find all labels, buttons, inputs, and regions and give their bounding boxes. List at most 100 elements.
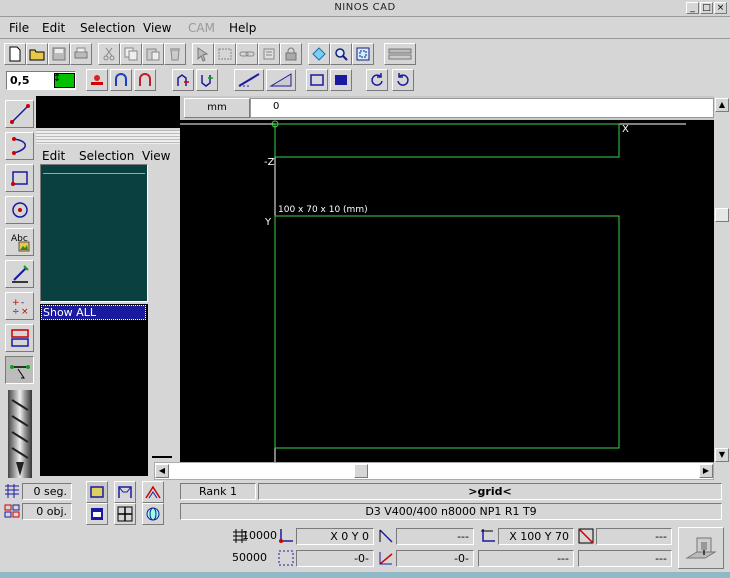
- rotate-cw-icon[interactable]: [392, 69, 414, 91]
- grid-status: >grid<: [258, 483, 722, 500]
- rect-filled-icon[interactable]: [330, 69, 352, 91]
- view-window-icon[interactable]: [86, 503, 108, 525]
- stepper-arrows-icon[interactable]: ↕: [53, 73, 61, 84]
- delete-icon[interactable]: [164, 43, 186, 65]
- lock-icon[interactable]: [280, 43, 302, 65]
- scroll-down-icon[interactable]: ▼: [715, 448, 729, 462]
- row2-field-4[interactable]: ---: [578, 550, 672, 567]
- minimize-button[interactable]: _: [686, 2, 699, 14]
- units-tab[interactable]: mm mm/min: [184, 98, 250, 131]
- drawing-canvas[interactable]: X -Z Y 100 x 70 x 10 (mm): [180, 120, 714, 462]
- scroll-thumb[interactable]: [715, 208, 729, 222]
- diagonal-field[interactable]: ---: [596, 528, 672, 545]
- rect-outline-icon[interactable]: [306, 69, 328, 91]
- row2-field-1[interactable]: -0-: [296, 550, 374, 567]
- menu-selection[interactable]: Selection: [80, 21, 135, 35]
- path-tool-icon[interactable]: [5, 356, 34, 384]
- layer-list[interactable]: Show ALL: [40, 304, 148, 476]
- measure-icon[interactable]: [5, 260, 34, 288]
- scroll-left-icon[interactable]: ◀: [155, 464, 169, 478]
- vertical-scrollbar[interactable]: ▲ ▼: [714, 96, 730, 464]
- row2-field-2[interactable]: -0-: [396, 550, 474, 567]
- select-arrow-icon[interactable]: [192, 43, 214, 65]
- link-icon[interactable]: [236, 43, 258, 65]
- draw-arc-icon[interactable]: [5, 132, 34, 160]
- rotate-ccw-icon[interactable]: [366, 69, 388, 91]
- extents-icon: [480, 528, 496, 544]
- line-width-stepper[interactable]: 0,5 ↕: [6, 71, 76, 90]
- menu-view[interactable]: View: [143, 21, 171, 35]
- horizontal-ruler: 0: [250, 98, 714, 118]
- horizontal-scrollbar[interactable]: ◀ ▶: [154, 462, 714, 480]
- shapes-icon[interactable]: [5, 324, 34, 352]
- neg-z-label: -Z: [264, 157, 275, 168]
- view-front-icon[interactable]: [114, 481, 136, 503]
- arc-red-icon[interactable]: [134, 69, 156, 91]
- cnc-machine-icon: [685, 537, 717, 559]
- h-scroll-thumb[interactable]: [354, 464, 368, 478]
- grid-y-field[interactable]: 50000: [232, 550, 272, 567]
- view-grid-icon[interactable]: [114, 503, 136, 525]
- row2-field-3[interactable]: ---: [478, 550, 574, 567]
- submenu-selection[interactable]: Selection: [79, 149, 134, 163]
- zoom-icon[interactable]: [330, 43, 352, 65]
- menu-help[interactable]: Help: [229, 21, 256, 35]
- rank-display: Rank 1: [180, 483, 256, 500]
- panel-grip[interactable]: [36, 130, 180, 144]
- grid-x-value: 10000: [242, 529, 277, 542]
- point-red-icon[interactable]: [86, 69, 108, 91]
- cnc-machine-button[interactable]: [678, 527, 724, 569]
- select-group-icon[interactable]: [214, 43, 236, 65]
- submenu-view[interactable]: View: [142, 149, 170, 163]
- divider: [43, 173, 145, 174]
- tool-path-down-icon[interactable]: [196, 69, 218, 91]
- maximize-button[interactable]: □: [700, 2, 713, 14]
- segments-icon: [4, 484, 20, 498]
- calculator-icon[interactable]: + - ÷ ×: [5, 292, 34, 320]
- hatch-icon[interactable]: [234, 69, 264, 91]
- copy-icon[interactable]: [120, 43, 142, 65]
- submenu-edit[interactable]: Edit: [42, 149, 65, 163]
- svg-text:×: ×: [21, 307, 29, 317]
- angle-field[interactable]: ---: [396, 528, 474, 545]
- draw-circle-icon[interactable]: [5, 196, 34, 224]
- paste-icon[interactable]: [142, 43, 164, 65]
- layer-scrollbar[interactable]: [150, 164, 180, 460]
- save-icon[interactable]: [48, 43, 70, 65]
- layer-item-show-all[interactable]: Show ALL: [41, 305, 146, 320]
- scroll-right-icon[interactable]: ▶: [699, 464, 713, 478]
- draw-rectangle-icon[interactable]: [5, 164, 34, 192]
- view-top-icon[interactable]: [86, 481, 108, 503]
- slope-icon: [378, 550, 394, 566]
- window-title: NINOS CAD: [334, 2, 396, 13]
- scroll-up-icon[interactable]: ▲: [715, 98, 729, 112]
- bottom-bar: [0, 572, 730, 578]
- open-folder-icon[interactable]: [26, 43, 48, 65]
- menu-cam[interactable]: CAM: [188, 21, 215, 35]
- title-bar: NINOS CAD _ □ ×: [0, 0, 730, 17]
- objects-icon: [4, 504, 20, 518]
- view-3d-icon[interactable]: [142, 503, 164, 525]
- grid-x-field[interactable]: 10000: [232, 528, 277, 545]
- close-button[interactable]: ×: [714, 2, 727, 14]
- layer-submenu-bar: Edit Selection View: [36, 146, 180, 164]
- view-side-icon[interactable]: [142, 481, 164, 503]
- tool-path-up-icon[interactable]: [172, 69, 194, 91]
- print-icon[interactable]: [70, 43, 92, 65]
- arc-blue-icon[interactable]: [110, 69, 132, 91]
- hatch-fill-icon[interactable]: [266, 69, 296, 91]
- menu-edit[interactable]: Edit: [42, 21, 65, 35]
- cut-icon[interactable]: [98, 43, 120, 65]
- text-image-icon[interactable]: Abc: [5, 228, 34, 256]
- zoom-window-icon[interactable]: [352, 43, 374, 65]
- angle-icon: [378, 528, 394, 544]
- origin-field[interactable]: X 0 Y 0: [296, 528, 374, 545]
- draw-line-icon[interactable]: [5, 100, 34, 128]
- layer-preview[interactable]: [40, 164, 148, 302]
- extents-field[interactable]: X 100 Y 70: [498, 528, 574, 545]
- new-file-icon[interactable]: [4, 43, 26, 65]
- menu-file[interactable]: File: [9, 21, 29, 35]
- layers-icon[interactable]: [384, 43, 416, 65]
- properties-icon[interactable]: [258, 43, 280, 65]
- zoom-all-icon[interactable]: [308, 43, 330, 65]
